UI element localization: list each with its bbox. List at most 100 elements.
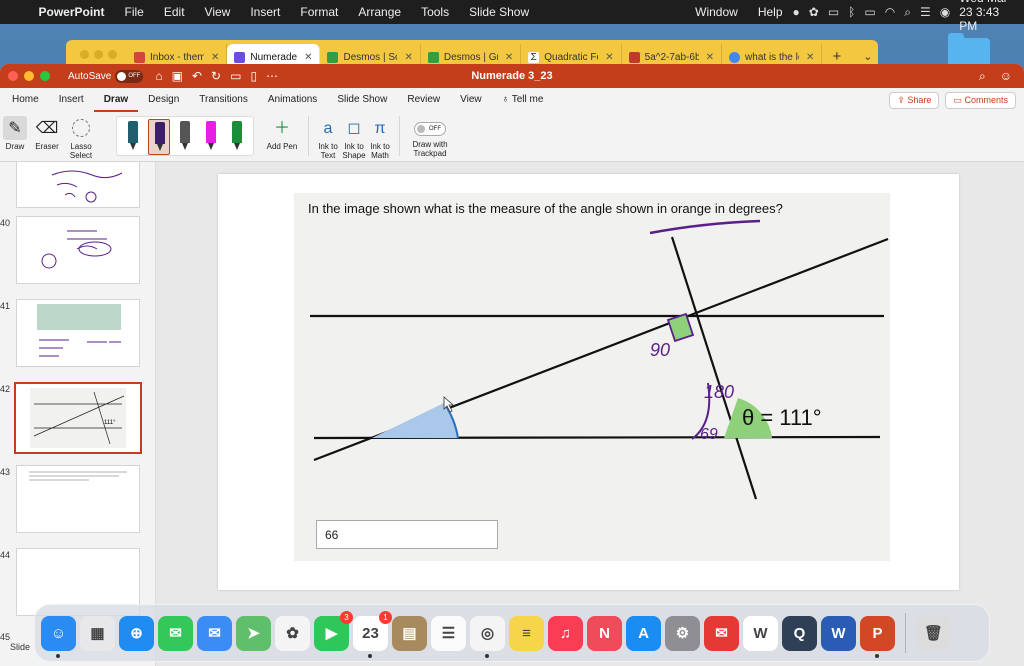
news-icon[interactable]: N	[587, 615, 622, 651]
close-icon[interactable]: ✕	[211, 52, 219, 63]
tab-view[interactable]: View	[450, 88, 492, 112]
bluetooth-icon[interactable]: ᛒ	[848, 5, 855, 19]
slide-editor[interactable]: 90 180 69 θ = 111° In the image shown wh…	[156, 162, 1024, 666]
chrome-icon[interactable]: ◎	[470, 615, 505, 658]
finder-icon[interactable]: ☺	[41, 615, 76, 658]
tab-draw[interactable]: Draw	[93, 88, 139, 112]
menu-view[interactable]: View	[195, 5, 241, 19]
word-icon[interactable]: W	[821, 615, 856, 651]
launchpad-icon[interactable]: ▦	[80, 615, 115, 651]
new-doc-icon[interactable]: ▯	[250, 69, 257, 83]
spotlight-search-icon[interactable]: ⌕	[904, 5, 911, 20]
current-slide[interactable]: 90 180 69 θ = 111° In the image shown wh…	[218, 174, 959, 590]
music-icon[interactable]: ♫	[548, 615, 583, 651]
slide-thumbnail[interactable]	[16, 465, 140, 533]
autosave-control[interactable]: AutoSave OFF	[68, 69, 144, 83]
question-screenshot[interactable]: 90 180 69 θ = 111° In the image shown wh…	[294, 193, 890, 561]
menu-file[interactable]: File	[115, 5, 154, 19]
tell-me-search[interactable]: ♁ Tell me	[492, 88, 554, 112]
maps-icon[interactable]: ➤	[236, 615, 271, 651]
tab-insert[interactable]: Insert	[49, 88, 94, 112]
close-icon[interactable]: ✕	[505, 52, 513, 63]
photos-icon[interactable]: ✿	[275, 615, 310, 651]
save-icon[interactable]: ▣	[172, 69, 183, 83]
menu-clock[interactable]: Wed Mar 23 3:43 PM	[959, 0, 1014, 33]
minimize-window-button[interactable]	[24, 71, 34, 81]
tab-review[interactable]: Review	[397, 88, 450, 112]
record-icon[interactable]: ●	[793, 5, 800, 19]
reminders-icon[interactable]: ☰	[431, 615, 466, 651]
home-icon[interactable]: ⌂	[155, 69, 162, 83]
menu-window[interactable]: Window	[685, 5, 748, 19]
lasso-select-button[interactable]: Lasso Select	[64, 116, 98, 160]
answer-field[interactable]: 66	[316, 520, 498, 549]
close-window-button[interactable]	[8, 71, 18, 81]
safari-icon[interactable]: ⊕	[119, 615, 154, 651]
mail-icon[interactable]: ✉	[197, 615, 232, 651]
slide-thumbnail[interactable]	[16, 216, 140, 284]
close-icon[interactable]: ✕	[605, 52, 613, 63]
zoom-window-button[interactable]	[40, 71, 50, 81]
notes-icon[interactable]: ≡	[509, 615, 544, 651]
share-button[interactable]: ⇪ Share	[889, 91, 940, 109]
menu-insert[interactable]: Insert	[240, 5, 290, 19]
trash-icon[interactable]: 🗑	[916, 615, 951, 651]
menu-format[interactable]: Format	[290, 5, 348, 19]
menu-app-name[interactable]: PowerPoint	[29, 5, 115, 19]
close-icon[interactable]: ✕	[304, 52, 312, 63]
ink-to-shape-button[interactable]: ◻ Ink to Shape	[341, 116, 367, 160]
menu-tools[interactable]: Tools	[411, 5, 459, 19]
more-icon[interactable]: ⋯	[266, 69, 278, 83]
quicktime-icon[interactable]: Q	[782, 615, 817, 651]
tab-design[interactable]: Design	[138, 88, 189, 112]
slide-thumbnail-selected[interactable]: 111°	[14, 382, 142, 454]
battery-icon[interactable]: ▭	[864, 5, 875, 19]
present-icon[interactable]: ▭	[230, 69, 241, 83]
undo-icon[interactable]: ↶	[192, 69, 202, 83]
add-pen-button[interactable]: ＋ Add Pen	[262, 116, 302, 151]
comments-button[interactable]: ▭ Comments	[945, 91, 1016, 109]
tab-transitions[interactable]: Transitions	[189, 88, 258, 112]
creative-cloud-icon[interactable]: ✿	[809, 5, 819, 19]
draw-with-trackpad-toggle[interactable]: OFF Draw with Trackpad	[406, 116, 454, 158]
settings-icon[interactable]: ⚙	[665, 615, 700, 651]
cast-icon[interactable]: ▭	[828, 5, 839, 19]
menu-edit[interactable]: Edit	[154, 5, 195, 19]
autosave-toggle[interactable]: OFF	[115, 69, 144, 83]
highlighter-magenta[interactable]	[200, 119, 222, 155]
powerpoint-icon[interactable]: P	[860, 615, 895, 658]
smiley-feedback-icon[interactable]: ☺	[1000, 69, 1012, 84]
pen-green[interactable]	[226, 119, 248, 155]
slide-thumbnail[interactable]	[16, 299, 140, 367]
close-icon[interactable]: ✕	[806, 52, 814, 63]
facetime-icon[interactable]: ▶ 3	[314, 610, 353, 651]
pen-purple-selected[interactable]	[148, 119, 170, 155]
messages-icon[interactable]: ✉	[158, 615, 193, 651]
control-center-icon[interactable]: ☰	[920, 5, 931, 19]
draw-tool-button[interactable]: ✎ Draw	[0, 116, 30, 151]
close-icon[interactable]: ✕	[706, 52, 714, 63]
notes-brown-icon[interactable]: ▤	[392, 615, 427, 651]
calendar-icon[interactable]: 23 1	[353, 610, 392, 658]
menu-help[interactable]: Help	[748, 5, 793, 19]
slide-thumbnails-pane[interactable]: 40 41 42 111° 43 44 45 Slide	[0, 162, 156, 666]
trackpad-switch[interactable]: OFF	[414, 122, 446, 136]
menu-slide-show[interactable]: Slide Show	[459, 5, 539, 19]
pen-teal[interactable]	[122, 119, 144, 155]
wifi-icon[interactable]: ◠	[885, 5, 895, 19]
document-title-text[interactable]: Numerade 3_23	[471, 70, 552, 82]
ink-to-text-button[interactable]: a Ink to Text	[315, 116, 341, 160]
tab-home[interactable]: Home	[2, 88, 49, 112]
tab-slide-show[interactable]: Slide Show	[327, 88, 397, 112]
redo-icon[interactable]: ↻	[211, 69, 221, 83]
ink-to-math-button[interactable]: π Ink to Math	[367, 116, 393, 160]
menu-arrange[interactable]: Arrange	[348, 5, 411, 19]
webex-icon[interactable]: W	[743, 615, 778, 651]
eraser-button[interactable]: ⌫ Eraser	[30, 116, 64, 151]
airmail-icon[interactable]: ✉	[704, 615, 739, 651]
close-icon[interactable]: ✕	[404, 52, 412, 63]
search-icon[interactable]: ⌕	[979, 69, 986, 84]
pen-gray[interactable]	[174, 119, 196, 155]
slide-thumbnail[interactable]	[16, 162, 140, 208]
tab-animations[interactable]: Animations	[258, 88, 327, 112]
